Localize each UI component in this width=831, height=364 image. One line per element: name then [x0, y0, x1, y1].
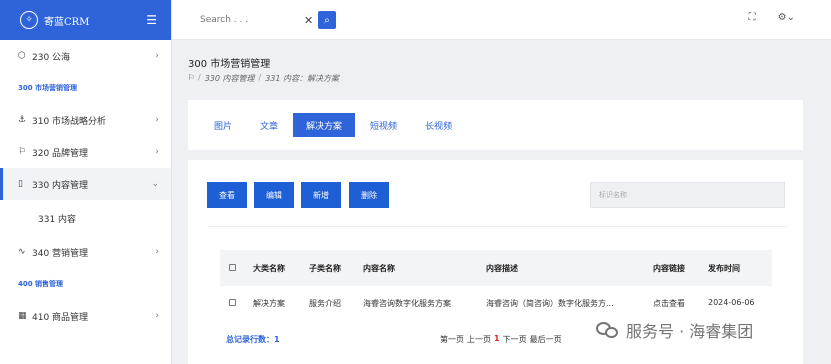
- column-header: 内容描述: [486, 264, 518, 273]
- chevron-right-icon: ›: [155, 51, 159, 61]
- tab-long-video[interactable]: 长视频: [412, 113, 465, 137]
- fullscreen-icon[interactable]: ⛶: [749, 12, 756, 23]
- search-box: ✕ ⌕: [200, 10, 336, 30]
- flag-icon: ⚐: [18, 147, 27, 157]
- column-header: 内容链接: [653, 264, 685, 273]
- edit-button[interactable]: 编辑: [254, 182, 294, 208]
- sidebar-item-label: 320 品牌管理: [32, 148, 89, 159]
- filter-input[interactable]: 标识名称: [590, 182, 785, 208]
- sidebar-subitem-331[interactable]: 331 内容: [0, 200, 171, 236]
- menu-toggle-icon[interactable]: ☰: [146, 13, 157, 27]
- cell-name: 海睿咨询数字化服务方案: [363, 299, 451, 308]
- tabs-card: 图片 文章 解决方案 短视频 长视频: [188, 100, 803, 150]
- breadcrumb-item: 331 内容：解决方案: [265, 74, 340, 83]
- chevron-right-icon: ›: [155, 115, 159, 125]
- cell-description: 海睿咨询（简咨询）数字化服务方...: [486, 299, 614, 308]
- sidebar-item-320[interactable]: ⚐ 320 品牌管理 ›: [0, 136, 171, 168]
- sidebar-item-330[interactable]: ▯ 330 内容管理 ⌄: [0, 168, 171, 200]
- sidebar-item-label: 340 营销管理: [32, 248, 89, 259]
- chevron-right-icon: ›: [155, 311, 159, 321]
- breadcrumb: ⚐ / 330 内容管理 / 331 内容：解决方案: [188, 73, 339, 84]
- breadcrumb-item[interactable]: 330 内容管理: [205, 73, 255, 84]
- sidebar-item-230[interactable]: ⬡ 230 公海 ›: [0, 40, 171, 72]
- cell-subcategory: 服务介绍: [309, 299, 341, 308]
- sidebar-group-300: 300 市场营销管理: [18, 84, 78, 92]
- add-button[interactable]: 新增: [301, 182, 341, 208]
- page-last[interactable]: 最后一页: [530, 334, 562, 345]
- gear-icon[interactable]: ⚙⌄: [778, 12, 795, 23]
- breadcrumb-separator: /: [198, 73, 201, 82]
- column-header: 内容名称: [363, 264, 395, 273]
- pagination: 第一页 上一页 1 下一页 最后一页: [440, 334, 562, 345]
- cell-date: 2024-06-06: [708, 298, 755, 307]
- search-icon[interactable]: ⌕: [318, 11, 336, 29]
- wechat-icon: [596, 320, 620, 340]
- cell-link[interactable]: 点击查看: [653, 298, 685, 309]
- select-all-checkbox[interactable]: [229, 264, 236, 273]
- brand-name: 寄蓝CRM: [44, 16, 90, 28]
- breadcrumb-separator: /: [258, 73, 262, 82]
- topbar-actions: ⛶ ⚙⌄: [749, 12, 795, 23]
- anchor-icon: ⚓: [18, 115, 27, 125]
- close-icon[interactable]: ✕: [304, 14, 313, 27]
- chevron-down-icon: ⌄: [151, 179, 159, 189]
- page-prev[interactable]: 上一页: [467, 334, 491, 345]
- brand-bar: ✧ 寄蓝CRM ☰: [0, 0, 171, 40]
- chevron-right-icon: ›: [155, 147, 159, 157]
- search-input[interactable]: [200, 15, 300, 25]
- sidebar-item-410[interactable]: ▦ 410 商品管理 ›: [0, 300, 171, 332]
- sidebar-item-label: 310 市场战略分析: [32, 116, 107, 127]
- cube-icon: ⬡: [18, 51, 26, 61]
- watermark: 服务号 · 海睿集团: [596, 318, 753, 342]
- flag-icon: ⚐: [188, 73, 194, 82]
- tab-short-video[interactable]: 短视频: [357, 113, 410, 137]
- row-checkbox[interactable]: [229, 299, 236, 308]
- sidebar-item-340[interactable]: ∿ 340 营销管理 ›: [0, 236, 171, 268]
- sidebar-group-400: 400 销售管理: [18, 280, 64, 288]
- page-first[interactable]: 第一页: [440, 334, 464, 345]
- tab-articles[interactable]: 文章: [247, 113, 291, 137]
- sidebar: ✧ 寄蓝CRM ☰ ⬡ 230 公海 › 300 市场营销管理 ⚓ 310 市场…: [0, 0, 172, 364]
- sidebar-item-label: 410 商品管理: [32, 312, 89, 323]
- chevron-right-icon: ›: [155, 247, 159, 257]
- page-title: 300 市场营销管理: [188, 59, 271, 70]
- sidebar-item-label: 230 公海: [32, 52, 71, 63]
- tab-images[interactable]: 图片: [201, 113, 245, 137]
- total-count: 总记录行数：1: [226, 335, 280, 344]
- cell-category: 解决方案: [253, 299, 285, 308]
- delete-button[interactable]: 删除: [349, 182, 389, 208]
- page-current: 1: [494, 334, 500, 343]
- page-next[interactable]: 下一页: [503, 334, 527, 345]
- grid-icon: ▦: [18, 311, 27, 321]
- divider: [208, 226, 788, 227]
- pulse-icon: ∿: [18, 247, 26, 257]
- view-button[interactable]: 查看: [207, 182, 247, 208]
- sidebar-item-310[interactable]: ⚓ 310 市场战略分析 ›: [0, 104, 171, 136]
- table-header: 大类名称 子类名称 内容名称 内容描述 内容链接 发布时间: [220, 250, 772, 286]
- topbar: ✕ ⌕ ⛶ ⚙⌄: [172, 0, 831, 40]
- watermark-text: 服务号 · 海睿集团: [626, 322, 754, 341]
- sidebar-item-label: 330 内容管理: [32, 180, 89, 191]
- column-header: 大类名称: [253, 264, 285, 273]
- logo-icon: ✧: [20, 11, 38, 29]
- column-header: 子类名称: [309, 264, 341, 273]
- column-header: 发布时间: [708, 264, 740, 273]
- tab-solutions[interactable]: 解决方案: [293, 113, 356, 137]
- tablet-icon: ▯: [18, 179, 23, 189]
